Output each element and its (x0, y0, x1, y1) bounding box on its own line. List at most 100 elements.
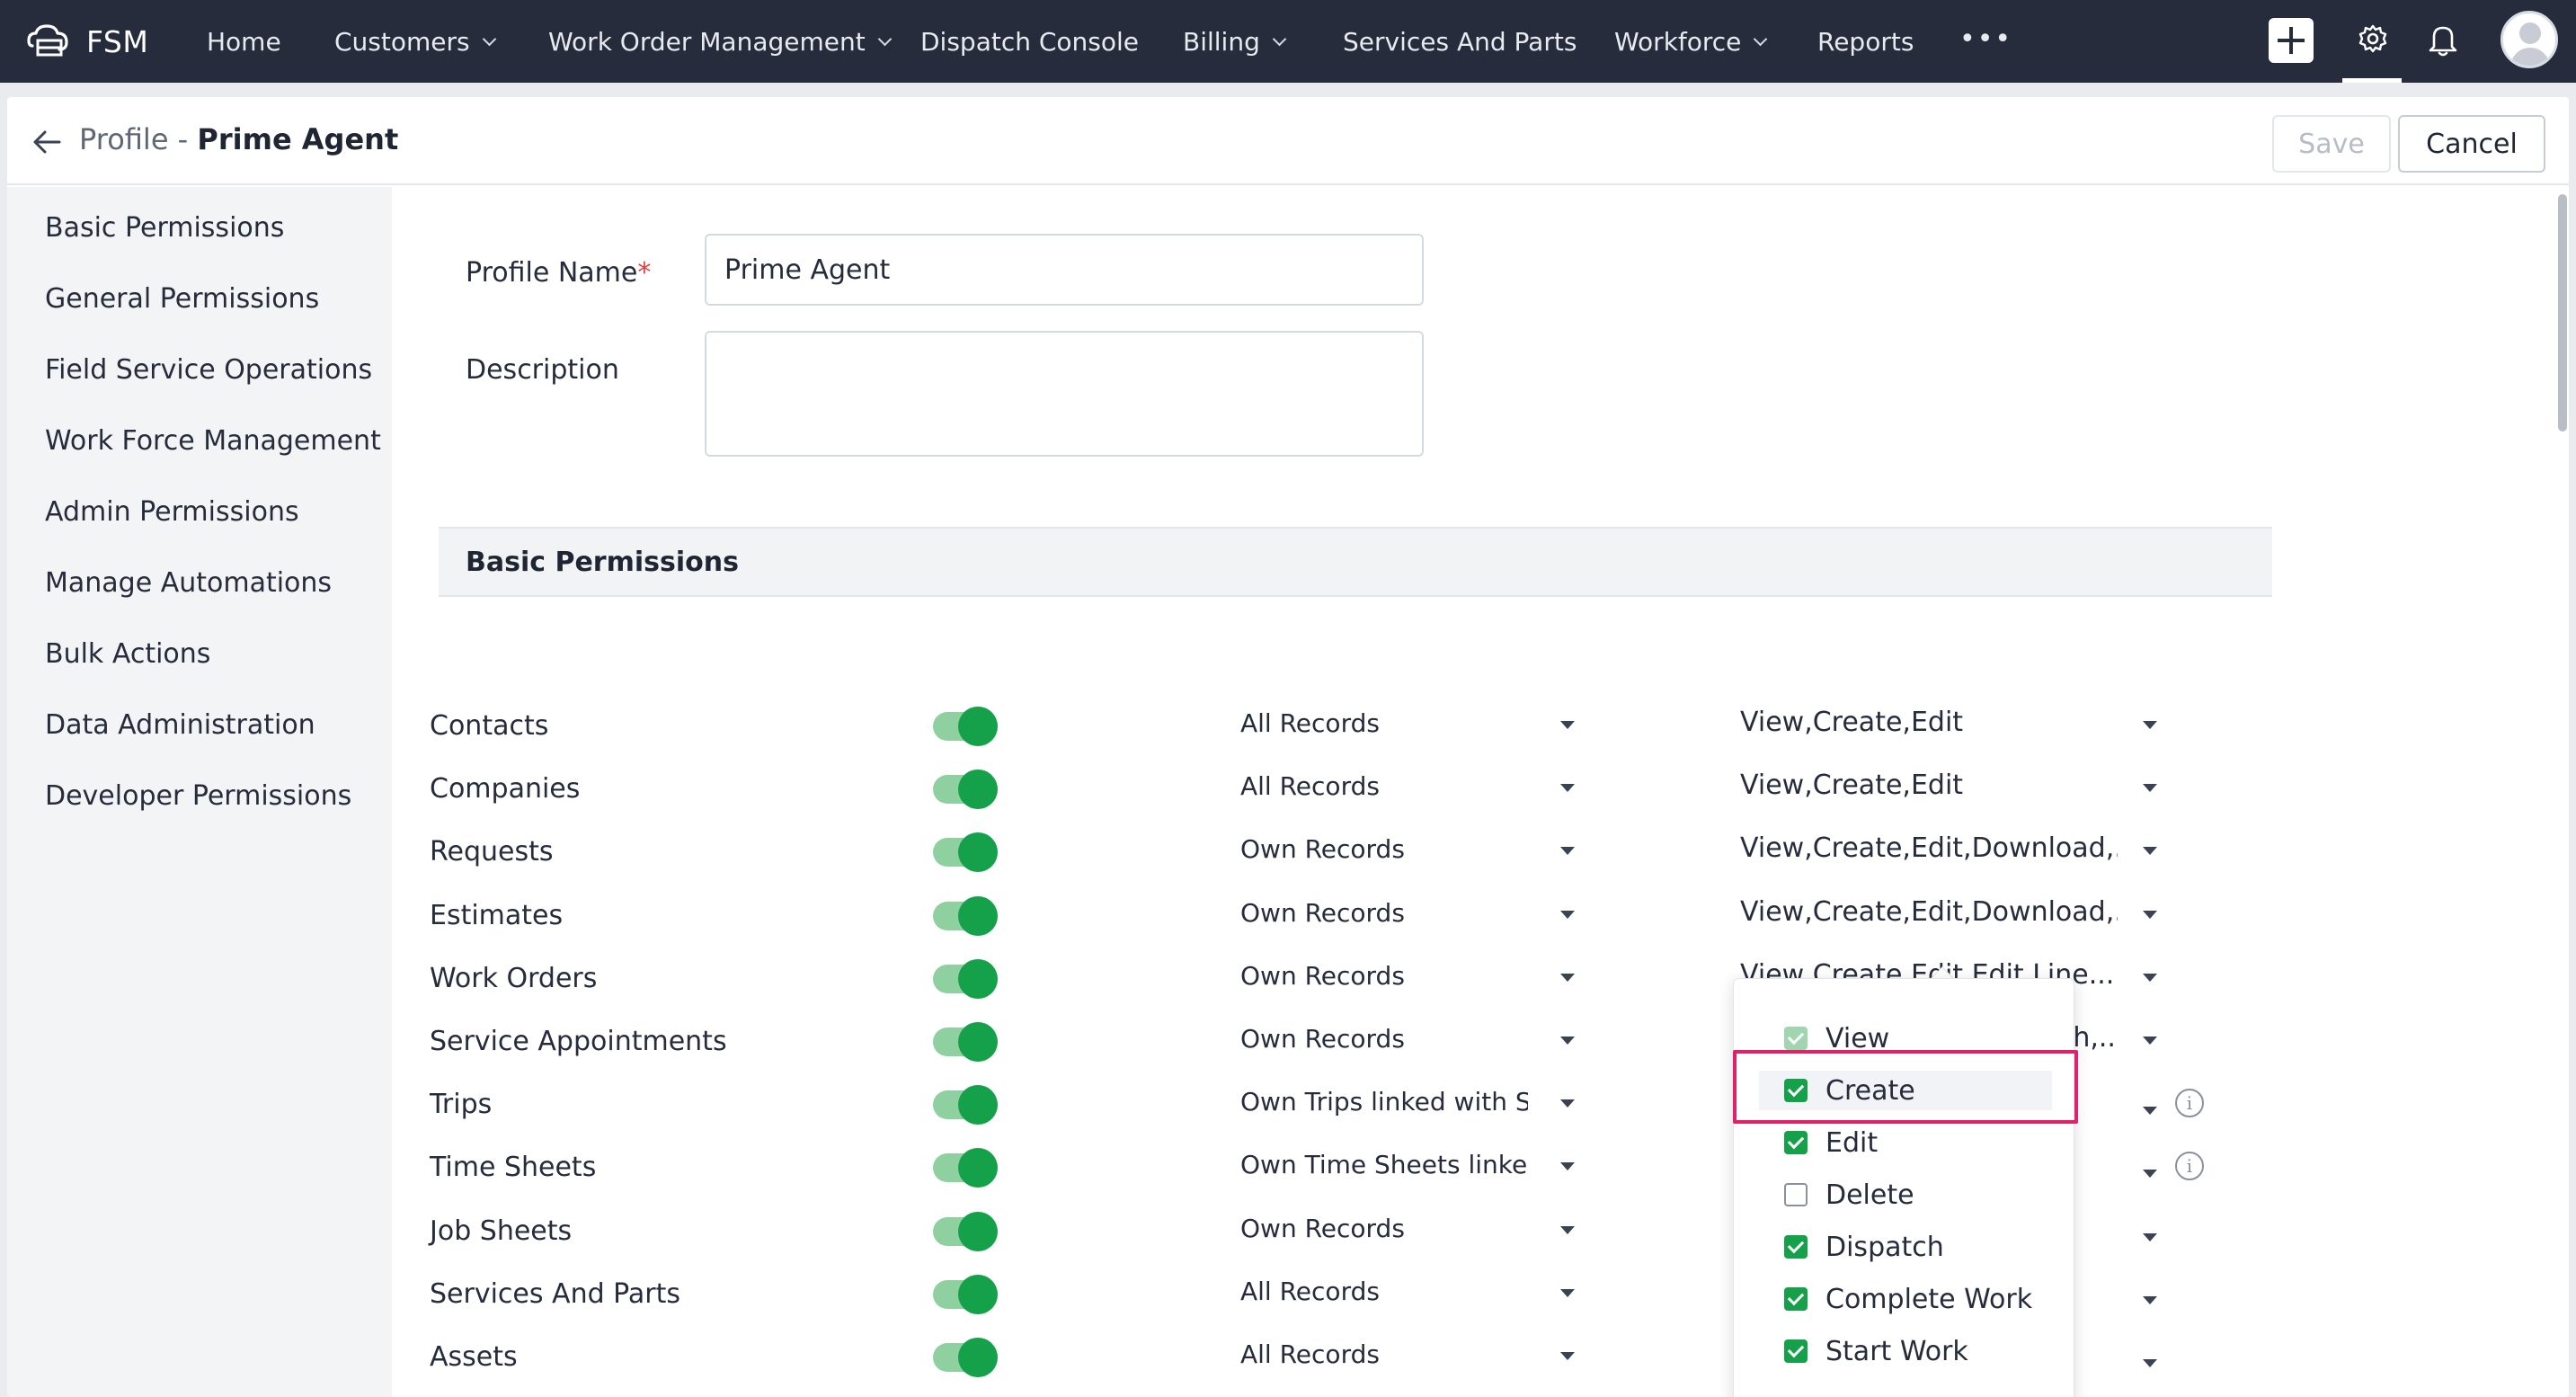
scope-select-trips[interactable]: Own Trips linked with Ser (1240, 1087, 1582, 1123)
toggle-trips[interactable] (933, 1085, 998, 1125)
toggle-contacts[interactable] (933, 707, 998, 746)
actions-dropdown: View Create Edit Delete Dispatch Complet… (1733, 978, 2074, 1397)
scope-select-companies[interactable]: All Records (1240, 771, 1582, 807)
sidebar-item-field-service-operations[interactable]: Field Service Operations (45, 354, 372, 386)
scope-value: Own Records (1240, 898, 1405, 928)
app-logo[interactable]: FSM (25, 16, 148, 67)
toggle-estimates[interactable] (933, 896, 998, 936)
breadcrumb-profile[interactable]: Profile (79, 122, 169, 156)
scrollbar-thumb[interactable] (2558, 194, 2567, 432)
actions-select-contacts[interactable]: View,Create,Edit (1740, 707, 2163, 743)
nav-home[interactable]: Home (207, 22, 281, 61)
scope-select-assets[interactable]: All Records (1240, 1339, 1582, 1375)
actions-select-time-sheets[interactable] (2143, 1164, 2161, 1182)
actions-select-assets[interactable] (2143, 1354, 2161, 1372)
actions-select-companies[interactable]: View,Create,Edit (1740, 770, 2163, 805)
bell-icon[interactable] (2427, 22, 2459, 58)
sidebar-item-manage-automations[interactable]: Manage Automations (45, 567, 332, 599)
nav-reports[interactable]: Reports (1817, 22, 1914, 61)
checkbox-checked-disabled-icon (1784, 1027, 1808, 1050)
module-label-assets: Assets (430, 1341, 518, 1373)
sidebar-item-basic-permissions[interactable]: Basic Permissions (45, 212, 284, 244)
toggle-service-appointments[interactable] (933, 1022, 998, 1062)
actions-select-job-sheets[interactable] (2143, 1228, 2161, 1246)
caret-down-icon (2143, 784, 2157, 792)
nav-services-and-parts[interactable]: Services And Parts (1343, 22, 1577, 61)
avatar[interactable] (2500, 11, 2558, 68)
gear-icon (2358, 24, 2387, 53)
top-navigation-bar: FSM Home Customers Work Order Management… (0, 0, 2576, 83)
sidebar-item-work-force-management[interactable]: Work Force Management (45, 425, 381, 457)
sidebar-item-general-permissions[interactable]: General Permissions (45, 283, 319, 315)
caret-down-icon (2143, 974, 2157, 982)
back-arrow-icon[interactable] (29, 124, 65, 160)
caret-down-icon (1560, 1099, 1575, 1108)
scope-select-service-appointments[interactable]: Own Records (1240, 1024, 1582, 1060)
module-label-service-appointments: Service Appointments (430, 1026, 727, 1057)
checkbox-unchecked-icon (1784, 1183, 1808, 1206)
toggle-companies[interactable] (933, 770, 998, 809)
actions-value: View,Create,Edit,Download,... (1740, 832, 2118, 864)
fsm-logo-icon (27, 24, 68, 57)
toggle-assets[interactable] (933, 1338, 998, 1377)
cancel-button[interactable]: Cancel (2398, 115, 2545, 173)
toggle-job-sheets[interactable] (933, 1212, 998, 1251)
caret-down-icon (2143, 911, 2157, 919)
required-mark: * (637, 257, 652, 289)
nav-billing[interactable]: Billing (1183, 22, 1287, 61)
dropdown-option-create[interactable]: Create (1759, 1071, 2052, 1110)
description-input[interactable] (705, 331, 1424, 457)
dropdown-option-label: Start Work (1825, 1335, 1968, 1367)
scope-select-requests[interactable]: Own Records (1240, 834, 1582, 870)
nav-workforce[interactable]: Workforce (1614, 22, 1768, 61)
scope-select-estimates[interactable]: Own Records (1240, 898, 1582, 934)
dropdown-option-start-work[interactable]: Start Work (1784, 1331, 1968, 1371)
scope-value: Own Records (1240, 1024, 1405, 1054)
dropdown-option-delete[interactable]: Delete (1784, 1175, 1914, 1215)
more-menu-icon[interactable]: ••• (1959, 23, 2012, 55)
sidebar-item-bulk-actions[interactable]: Bulk Actions (45, 638, 210, 670)
dropdown-option-complete-work[interactable]: Complete Work (1784, 1279, 2032, 1319)
info-icon[interactable]: i (2175, 1089, 2204, 1117)
caret-down-icon (2143, 1037, 2157, 1045)
caret-down-icon (2143, 1296, 2157, 1304)
nav-home-label: Home (207, 26, 281, 57)
module-label-requests: Requests (430, 836, 554, 868)
dropdown-option-edit[interactable]: Edit (1784, 1123, 1878, 1162)
sidebar-item-admin-permissions[interactable]: Admin Permissions (45, 496, 299, 528)
dropdown-option-label: Dispatch (1825, 1231, 1944, 1263)
sidebar-item-data-administration[interactable]: Data Administration (45, 709, 315, 741)
section-header: Basic Permissions (439, 527, 2272, 597)
module-label-work-orders: Work Orders (430, 963, 598, 994)
checkbox-checked-icon (1784, 1287, 1808, 1311)
add-icon[interactable] (2269, 18, 2314, 63)
settings-button[interactable] (2342, 0, 2402, 83)
scope-select-time-sheets[interactable]: Own Time Sheets linked v (1240, 1150, 1582, 1186)
profile-name-label: Profile Name* (466, 257, 651, 289)
checkbox-checked-icon (1784, 1079, 1808, 1102)
dropdown-option-view[interactable]: View (1784, 1019, 1889, 1058)
toggle-work-orders[interactable] (933, 959, 998, 999)
sidebar-item-developer-permissions[interactable]: Developer Permissions (45, 780, 351, 812)
scope-select-services-and-parts[interactable]: All Records (1240, 1277, 1582, 1312)
actions-select-estimates[interactable]: View,Create,Edit,Download,... (1740, 896, 2163, 932)
actions-select-trips[interactable] (2143, 1101, 2161, 1119)
nav-customers[interactable]: Customers (334, 22, 496, 61)
save-button[interactable]: Save (2272, 115, 2391, 173)
toggle-services-and-parts[interactable] (933, 1275, 998, 1314)
scope-select-work-orders[interactable]: Own Records (1240, 961, 1582, 997)
scope-select-job-sheets[interactable]: Own Records (1240, 1214, 1582, 1250)
nav-dispatch-console[interactable]: Dispatch Console (920, 22, 1139, 61)
actions-select-requests[interactable]: View,Create,Edit,Download,... (1740, 832, 2163, 868)
caret-down-icon (1560, 847, 1575, 855)
toggle-time-sheets[interactable] (933, 1148, 998, 1188)
toggle-requests[interactable] (933, 832, 998, 872)
dropdown-option-dispatch[interactable]: Dispatch (1784, 1227, 1944, 1267)
info-icon[interactable]: i (2175, 1152, 2204, 1180)
nav-work-order-management[interactable]: Work Order Management (548, 22, 893, 61)
nav-work-order-management-label: Work Order Management (548, 26, 866, 57)
nav-reports-label: Reports (1817, 26, 1914, 57)
profile-name-input[interactable]: Prime Agent (705, 234, 1424, 306)
actions-select-services-and-parts[interactable] (2143, 1291, 2161, 1309)
scope-select-contacts[interactable]: All Records (1240, 708, 1582, 744)
